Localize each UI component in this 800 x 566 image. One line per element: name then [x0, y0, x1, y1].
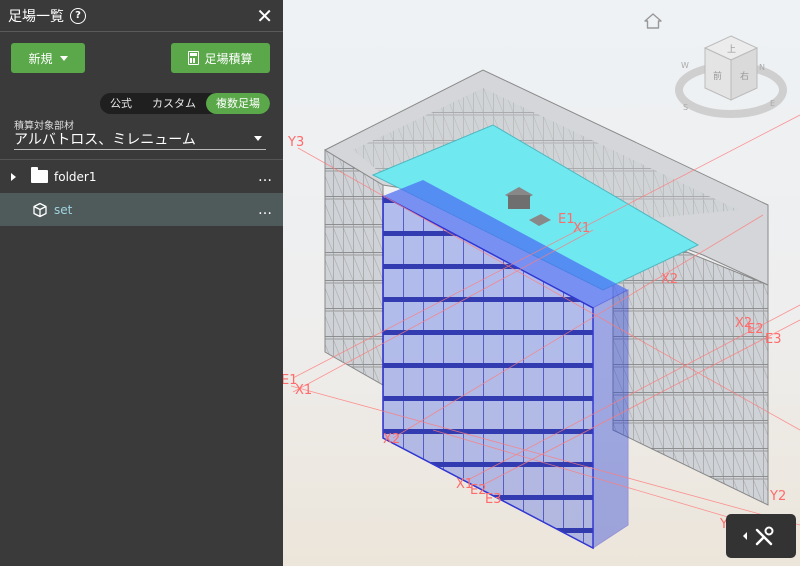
scaffold-estimate-button[interactable]: 足場積算	[171, 43, 270, 73]
axis-label-x2: X2	[661, 272, 678, 287]
tab-custom[interactable]: カスタム	[142, 93, 206, 114]
home-icon[interactable]	[643, 12, 663, 30]
chevron-down-icon	[254, 136, 262, 141]
action-buttons: 新規 足場積算	[11, 43, 270, 73]
tools-icon	[743, 526, 774, 546]
compass-s: S	[683, 103, 688, 112]
tools-toggle-button[interactable]	[726, 514, 796, 558]
tree-item-set[interactable]: set …	[0, 193, 283, 226]
axis-label-e1: E1	[558, 212, 575, 227]
3d-viewport[interactable]: Y3 X1 E1 X2 X2 E2 E3 E1 X1 X2 X1 E2 E3 Y…	[283, 0, 800, 566]
help-icon[interactable]: ?	[70, 7, 86, 24]
tab-multiple-scaffold[interactable]: 複数足場	[206, 93, 270, 114]
tab-formula[interactable]: 公式	[100, 93, 142, 114]
panel-header: 足場一覧 ? ✕	[0, 0, 283, 32]
close-icon[interactable]: ✕	[256, 6, 273, 26]
calculator-icon	[188, 51, 200, 65]
folder-icon	[31, 167, 48, 183]
view-cube-front: 前	[713, 70, 722, 82]
caret-down-icon	[59, 55, 68, 61]
axis-label-e3-bottom: E3	[485, 492, 502, 507]
new-button-label: 新規	[28, 51, 53, 66]
compass-w: W	[681, 61, 689, 70]
more-options-icon[interactable]: …	[258, 202, 272, 218]
scaffold-left-face	[324, 149, 384, 386]
axis-label-e2: E2	[747, 322, 764, 337]
tree-item-label: set	[54, 202, 73, 217]
new-button[interactable]: 新規	[11, 43, 85, 73]
tree-item-folder1[interactable]: folder1 …	[0, 160, 283, 193]
scaffold-estimate-label: 足場積算	[204, 51, 253, 66]
axis-label-e3: E3	[765, 332, 782, 347]
axis-label-y3: Y3	[287, 135, 304, 150]
more-options-icon[interactable]: …	[258, 169, 272, 185]
axis-label-y2: Y2	[769, 489, 786, 504]
view-cube-top: 上	[727, 44, 736, 55]
tree-item-label: folder1	[54, 169, 97, 184]
axis-label-x2-bottom: X2	[383, 432, 400, 447]
scaffold-list-panel: 足場一覧 ? ✕ 新規 足場積算 公式 カスタム 複数足場 積算対象部材 アルバ…	[0, 0, 283, 566]
expand-arrow-icon[interactable]	[11, 172, 16, 181]
compass-n: N	[759, 63, 765, 72]
member-select[interactable]: アルバトロス、ミレニューム	[14, 128, 266, 150]
view-cube-right: 右	[740, 70, 749, 82]
compass-e: E	[770, 99, 775, 108]
axis-label-x1: X1	[573, 221, 590, 236]
cube-icon	[33, 202, 47, 217]
mode-tabs: 公式 カスタム 複数足場	[100, 93, 270, 114]
member-select-value: アルバトロス、ミレニューム	[14, 131, 196, 148]
axis-label-x1-left: X1	[295, 383, 312, 398]
panel-title: 足場一覧	[8, 8, 64, 25]
view-cube[interactable]: 上 前 右 N E S W	[675, 28, 787, 123]
